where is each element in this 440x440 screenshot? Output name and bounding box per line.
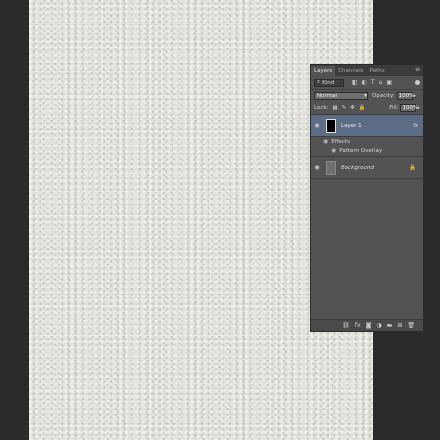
lock-icon: 🔒 [409, 164, 416, 171]
new-adjustment-icon[interactable]: ◑ [376, 322, 381, 329]
effect-item-pattern-overlay[interactable]: ◉ Pattern Overlay [311, 146, 423, 155]
lock-position-icon[interactable]: ✥ [350, 105, 355, 111]
lock-label: Lock: [314, 105, 329, 111]
opacity-value: 100% [398, 93, 415, 99]
adjustment-filter-icon[interactable]: ◐ [362, 79, 367, 86]
panel-tabs: Layers Channels Paths ≡ [311, 65, 423, 76]
layer-effects: ◉ Effects ◉ Pattern Overlay [311, 137, 423, 157]
layer-thumbnail [326, 118, 336, 133]
layer-filter-row: ⌕ Kind ◧ ◐ T ⌂ ▣ [311, 76, 423, 90]
layer-name[interactable]: Layer 1 [341, 123, 362, 129]
lock-all-icon[interactable]: 🔒 [359, 105, 366, 111]
tab-layers[interactable]: Layers [311, 66, 336, 76]
fill-slider-arrow-icon[interactable]: ▸ [417, 105, 420, 111]
new-layer-icon[interactable]: ⊞ [397, 322, 402, 329]
blend-mode-value: Normal [317, 93, 337, 99]
search-icon: ⌕ [317, 79, 321, 85]
visibility-eye-icon[interactable]: ◉ [311, 164, 323, 171]
effects-visibility-icon[interactable]: ◉ [323, 138, 328, 145]
fill-value: 100% [402, 105, 419, 111]
type-filter-icon[interactable]: T [371, 79, 375, 86]
tab-paths[interactable]: Paths [367, 66, 388, 76]
effects-label: Effects [331, 138, 350, 145]
fx-icon[interactable]: fx [413, 123, 418, 129]
tab-channels[interactable]: Channels [335, 66, 366, 76]
lock-row: Lock: ▦ ✎ ✥ 🔒 Fill: 100% ▸ [311, 102, 423, 115]
layer-row-layer-1[interactable]: ◉ Layer 1 fx [311, 115, 423, 137]
layer-row-background[interactable]: ◉ Background 🔒 [311, 157, 423, 179]
add-mask-icon[interactable]: ◙ [366, 322, 372, 329]
smart-object-filter-icon[interactable]: ▣ [386, 79, 392, 86]
opacity-field[interactable]: 100% [396, 92, 415, 100]
fill-label: Fill: [389, 105, 399, 111]
link-layers-icon[interactable]: ⛓ [342, 322, 350, 329]
filter-icons: ◧ ◐ T ⌂ ▣ [352, 79, 392, 86]
pixel-filter-icon[interactable]: ◧ [352, 79, 358, 86]
add-style-icon[interactable]: fx [355, 322, 361, 329]
filter-kind-label: Kind [322, 79, 335, 86]
effect-visibility-icon[interactable]: ◉ [331, 147, 336, 154]
filter-kind-select[interactable]: ⌕ Kind [314, 78, 344, 87]
panel-footer: ⛓ fx ◙ ◑ ▬ ⊞ 🗑 [311, 319, 423, 331]
panel-menu-icon[interactable]: ≡ [415, 67, 420, 73]
layers-panel: Layers Channels Paths ≡ ⌕ Kind ◧ ◐ T ⌂ ▣… [310, 64, 424, 332]
effects-row[interactable]: ◉ Effects [311, 137, 423, 146]
layer-name[interactable]: Background [341, 165, 374, 171]
new-group-icon[interactable]: ▬ [387, 322, 393, 329]
blend-row: Normal ▾ Opacity: 100% ▸ [311, 90, 423, 102]
opacity-slider-arrow-icon[interactable]: ▸ [414, 93, 417, 99]
layer-thumbnail [326, 160, 336, 175]
effect-item-label: Pattern Overlay [339, 147, 383, 154]
lock-image-icon[interactable]: ✎ [342, 105, 347, 111]
chevron-down-icon: ▾ [364, 93, 367, 99]
filter-toggle-icon[interactable] [415, 80, 420, 85]
lock-transparent-icon[interactable]: ▦ [332, 105, 337, 111]
trash-icon[interactable]: 🗑 [407, 322, 415, 329]
fill-field[interactable]: 100% [400, 104, 419, 112]
lock-icons: ▦ ✎ ✥ 🔒 [332, 105, 365, 111]
blend-mode-select[interactable]: Normal ▾ [314, 92, 368, 100]
opacity-label: Opacity: [372, 93, 395, 99]
shape-filter-icon[interactable]: ⌂ [379, 79, 383, 86]
visibility-eye-icon[interactable]: ◉ [311, 122, 323, 129]
